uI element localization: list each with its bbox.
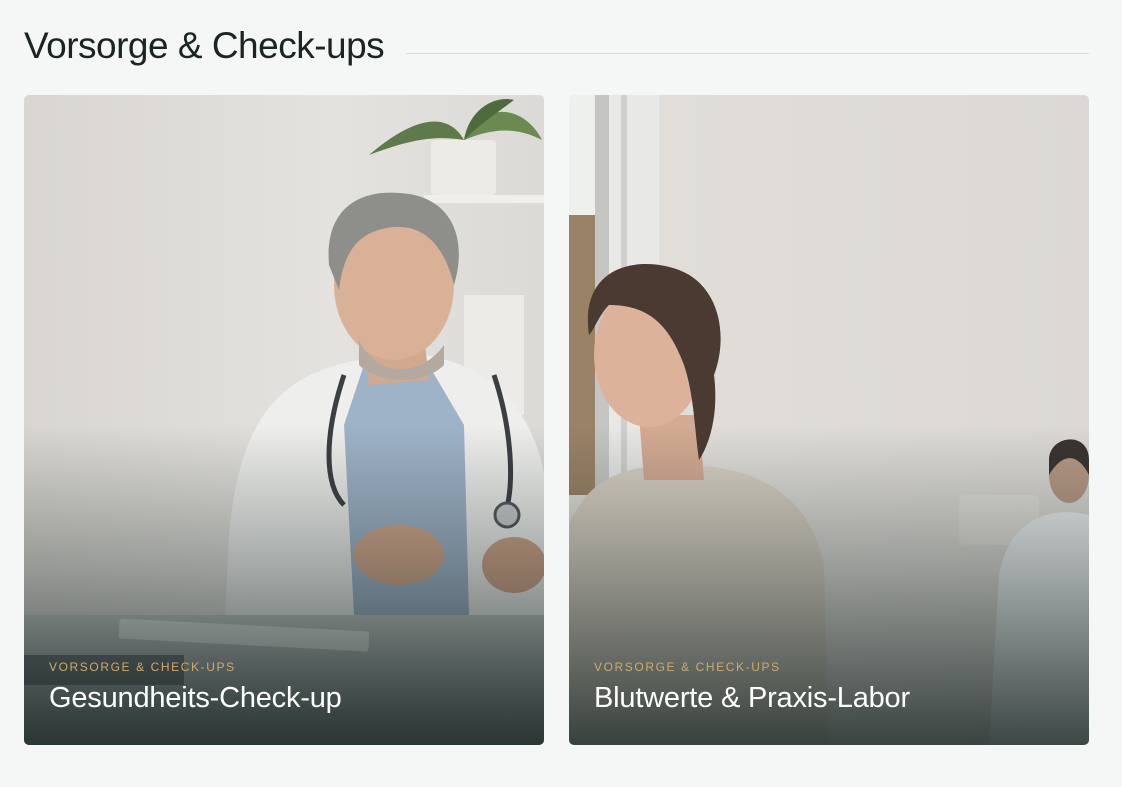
section-header: Vorsorge & Check-ups (24, 18, 1089, 74)
section-divider (406, 52, 1089, 54)
card-blutwerte-praxis-labor[interactable]: VORSORGE & CHECK-UPS Blutwerte & Praxis-… (569, 95, 1089, 745)
card-title[interactable]: Blutwerte & Praxis-Labor (594, 682, 910, 715)
card-title[interactable]: Gesundheits-Check-up (49, 682, 342, 715)
card-gesundheits-check-up[interactable]: VORSORGE & CHECK-UPS Gesundheits-Check-u… (24, 95, 544, 745)
card-category-label: VORSORGE & CHECK-UPS (594, 660, 781, 674)
section-title: Vorsorge & Check-ups (24, 25, 385, 66)
page: Vorsorge & Check-ups VORSORGE & CHECK-UP… (0, 0, 1122, 787)
card-category-label: VORSORGE & CHECK-UPS (49, 660, 236, 674)
